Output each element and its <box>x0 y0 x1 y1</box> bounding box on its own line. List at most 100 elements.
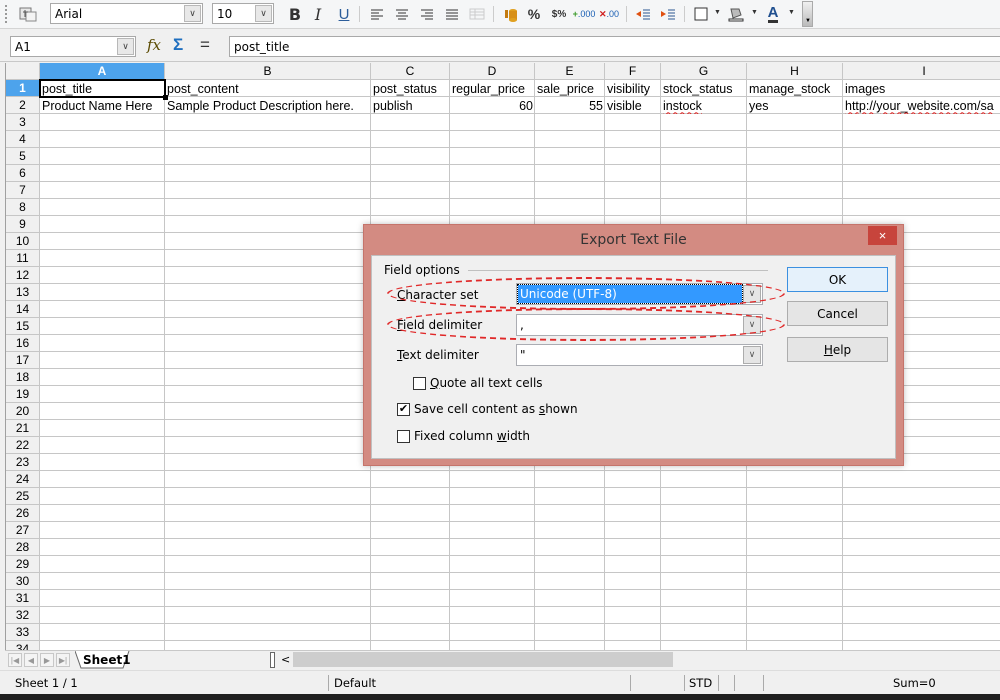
cell-h2[interactable]: yes <box>747 97 843 114</box>
select-all-corner[interactable] <box>6 63 40 80</box>
previous-sheet-icon[interactable]: ◀ <box>24 653 38 667</box>
selection-mode[interactable]: STD <box>689 676 712 690</box>
row-header-12[interactable]: 12 <box>6 267 40 284</box>
cell-a2[interactable]: Product Name Here <box>40 97 165 114</box>
row-header-24[interactable]: 24 <box>6 471 40 488</box>
row-header-9[interactable]: 9 <box>6 216 40 233</box>
delete-decimal-icon[interactable]: ✕ .00 <box>598 4 620 24</box>
row-header-23[interactable]: 23 <box>6 454 40 471</box>
row-header-29[interactable]: 29 <box>6 556 40 573</box>
row-header-6[interactable]: 6 <box>6 165 40 182</box>
row-header-32[interactable]: 32 <box>6 607 40 624</box>
number-format-icon[interactable]: $% <box>548 4 570 24</box>
row-header-27[interactable]: 27 <box>6 522 40 539</box>
toolbar-grip[interactable] <box>5 5 8 23</box>
cell-e2[interactable]: 55 <box>535 97 605 114</box>
row-header-10[interactable]: 10 <box>6 233 40 250</box>
cell-c2[interactable]: publish <box>371 97 450 114</box>
last-sheet-icon[interactable]: ▶| <box>56 653 70 667</box>
next-sheet-icon[interactable]: ▶ <box>40 653 54 667</box>
scroll-left-button[interactable]: < <box>281 653 290 666</box>
row-header-21[interactable]: 21 <box>6 420 40 437</box>
column-header-h[interactable]: H <box>747 63 843 80</box>
formula-input[interactable]: post_title <box>229 36 1000 57</box>
row-header-28[interactable]: 28 <box>6 539 40 556</box>
row-header-5[interactable]: 5 <box>6 148 40 165</box>
page-style[interactable]: Default <box>334 676 376 690</box>
sheet-tab-sheet1[interactable]: Sheet1 <box>83 653 131 667</box>
help-button[interactable]: Help <box>787 337 888 362</box>
text-delimiter-select[interactable]: " ∨ <box>516 344 763 366</box>
decrease-indent-icon[interactable] <box>632 4 654 24</box>
first-sheet-icon[interactable]: |◀ <box>8 653 22 667</box>
fill-handle[interactable] <box>163 95 168 100</box>
row-header-31[interactable]: 31 <box>6 590 40 607</box>
fixed-width-checkbox[interactable] <box>397 430 410 443</box>
row-header-1[interactable]: 1 <box>6 80 40 97</box>
chevron-down-icon[interactable]: ∨ <box>117 38 134 55</box>
column-header-i[interactable]: I <box>843 63 1000 80</box>
font-size-combo[interactable]: 10 ∨ <box>212 3 274 24</box>
row-header-26[interactable]: 26 <box>6 505 40 522</box>
column-header-d[interactable]: D <box>450 63 535 80</box>
cell-b1[interactable]: post_content <box>165 80 371 97</box>
cell-d1[interactable]: regular_price <box>450 80 535 97</box>
cell-f2[interactable]: visible <box>605 97 661 114</box>
font-color-icon[interactable]: A <box>762 4 784 24</box>
percent-icon[interactable]: % <box>523 4 545 24</box>
row-header-30[interactable]: 30 <box>6 573 40 590</box>
sum-icon[interactable]: Σ <box>173 35 183 55</box>
underline-icon[interactable]: U <box>333 4 355 24</box>
cancel-button[interactable]: Cancel <box>787 301 888 326</box>
row-header-34[interactable]: 34 <box>6 641 40 650</box>
merge-cells-icon[interactable] <box>466 4 488 24</box>
chevron-down-icon[interactable]: ∨ <box>184 5 201 22</box>
cell-i2[interactable]: http://your_website.com/sa <box>843 97 1000 114</box>
row-header-25[interactable]: 25 <box>6 488 40 505</box>
column-header-f[interactable]: F <box>605 63 661 80</box>
row-header-7[interactable]: 7 <box>6 182 40 199</box>
ok-button[interactable]: OK <box>787 267 888 292</box>
cell-c1[interactable]: post_status <box>371 80 450 97</box>
row-header-18[interactable]: 18 <box>6 369 40 386</box>
styles-icon[interactable] <box>17 4 39 24</box>
row-header-11[interactable]: 11 <box>6 250 40 267</box>
fixed-width-label[interactable]: Fixed column width <box>414 429 530 443</box>
column-header-a[interactable]: A <box>40 63 165 80</box>
save-as-shown-label[interactable]: Save cell content as shown <box>414 402 578 416</box>
chevron-down-icon[interactable]: ∨ <box>255 5 272 22</box>
background-color-dropdown-icon[interactable]: ▼ <box>751 9 758 16</box>
cell-b2[interactable]: Sample Product Description here. <box>165 97 371 114</box>
column-header-b[interactable]: B <box>165 63 371 80</box>
font-name-combo[interactable]: Arial ∨ <box>50 3 203 24</box>
row-header-15[interactable]: 15 <box>6 318 40 335</box>
row-header-16[interactable]: 16 <box>6 335 40 352</box>
save-as-shown-checkbox[interactable]: ✔ <box>397 403 410 416</box>
column-header-e[interactable]: E <box>535 63 605 80</box>
equals-icon[interactable]: = <box>200 35 210 55</box>
function-wizard-icon[interactable]: fx <box>147 36 161 54</box>
row-header-33[interactable]: 33 <box>6 624 40 641</box>
toolbar-overflow-button[interactable]: ▼ <box>802 1 813 27</box>
row-header-14[interactable]: 14 <box>6 301 40 318</box>
borders-dropdown-icon[interactable]: ▼ <box>714 9 721 16</box>
quote-all-checkbox[interactable] <box>413 377 426 390</box>
row-header-22[interactable]: 22 <box>6 437 40 454</box>
add-decimal-icon[interactable]: + .000 <box>573 4 596 24</box>
cell-f1[interactable]: visibility <box>605 80 661 97</box>
borders-icon[interactable] <box>690 4 712 24</box>
close-button[interactable]: × <box>868 226 897 245</box>
cell-e1[interactable]: sale_price <box>535 80 605 97</box>
background-color-icon[interactable] <box>725 4 747 24</box>
row-header-4[interactable]: 4 <box>6 131 40 148</box>
row-header-3[interactable]: 3 <box>6 114 40 131</box>
horizontal-scrollbar-thumb[interactable] <box>293 652 673 667</box>
cell-i1[interactable]: images <box>843 80 1000 97</box>
bold-icon[interactable]: B <box>284 4 306 24</box>
cell-g1[interactable]: stock_status <box>661 80 747 97</box>
row-header-2[interactable]: 2 <box>6 97 40 114</box>
italic-icon[interactable]: I <box>307 4 329 24</box>
cell-d2[interactable]: 60 <box>450 97 535 114</box>
chevron-down-icon[interactable]: ∨ <box>743 346 761 364</box>
name-box[interactable]: A1 ∨ <box>10 36 136 57</box>
